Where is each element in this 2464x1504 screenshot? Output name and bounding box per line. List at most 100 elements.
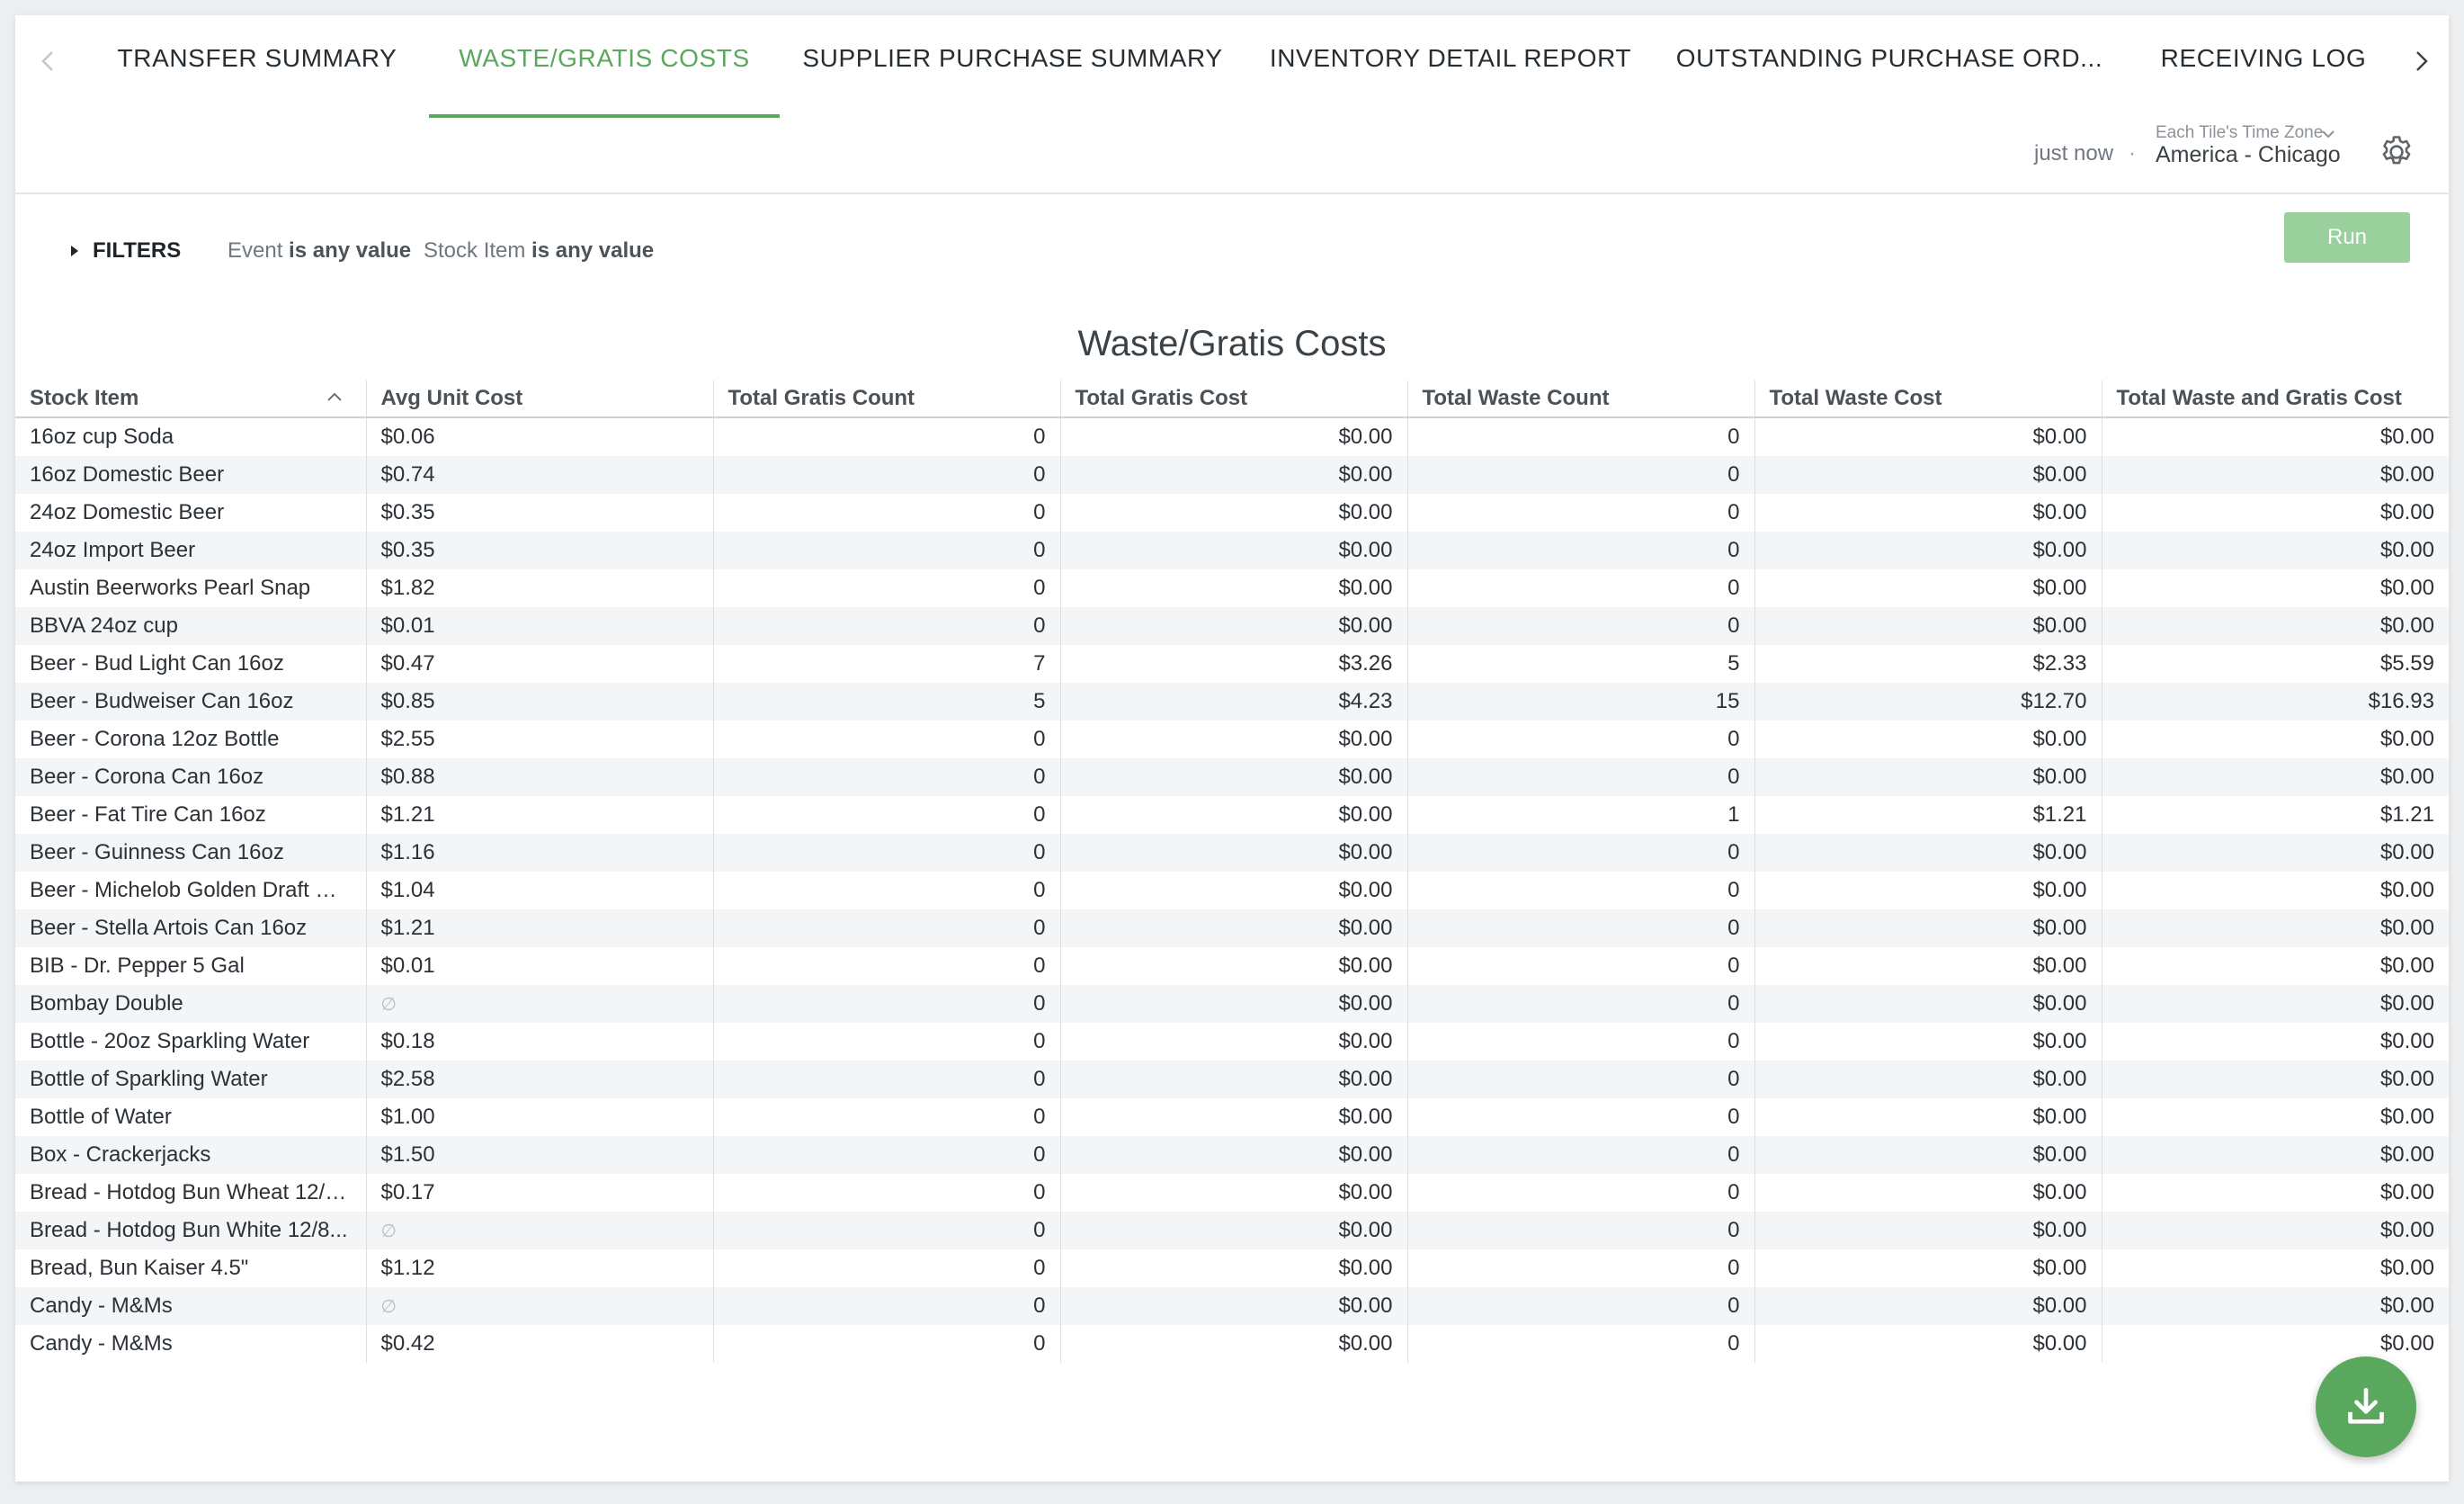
table-cell: 0 [712, 1249, 1060, 1287]
table-row[interactable]: Beer - Michelob Golden Draft Ca... $1.04 0… [15, 872, 2449, 909]
table-cell: $1.12 [365, 1249, 713, 1287]
table-cell: 0 [1406, 834, 1754, 872]
table-row[interactable]: Bombay Double ∅ 0 $0.00 0 $0.00 $0.00 [15, 985, 2449, 1023]
column-header-total-gratis-cost[interactable]: Total Gratis Cost [1059, 380, 1407, 418]
table-cell: 0 [1406, 947, 1754, 985]
cell-stock-item: Beer - Corona Can 16oz [15, 758, 366, 796]
table-cell: $1.04 [365, 872, 713, 909]
table-row[interactable]: Bottle of Sparkling Water $2.58 0 $0.00 0 $0.… [15, 1061, 2449, 1098]
table-cell: $0.00 [1754, 1098, 2102, 1136]
table-cell: $1.50 [365, 1136, 713, 1174]
cell-stock-item: Candy - M&Ms [30, 1331, 173, 1356]
timezone-value[interactable]: America - Chicago [2156, 142, 2341, 168]
table-row[interactable]: Austin Beerworks Pearl Snap $1.82 0 $0.00 0 $… [15, 569, 2449, 607]
tab-waste-gratis-costs[interactable]: WASTE/GRATIS COSTS [429, 15, 780, 118]
tab-supplier-purchase-summary[interactable]: SUPPLIER PURCHASE SUMMARY [801, 15, 1224, 102]
table-cell: $0.00 [1059, 1136, 1407, 1174]
tab-transfer-summary[interactable]: TRANSFER SUMMARY [109, 15, 406, 102]
table-row[interactable]: Beer - Stella Artois Can 16oz $1.21 0 $0.00… [15, 909, 2449, 947]
table-row[interactable]: Beer - Corona 12oz Bottle $2.55 0 $0.00 0 $0.… [15, 721, 2449, 758]
table-cell: 0 [712, 947, 1060, 985]
table-cell: $0.00 [2101, 834, 2449, 872]
table-cell: $0.00 [2101, 1136, 2449, 1174]
chevron-left-icon [41, 51, 53, 71]
table-row[interactable]: Candy - M&Ms $0.42 0 $0.00 0 $0.00 $0.00 [15, 1325, 2449, 1363]
column-header-total-waste-count[interactable]: Total Waste Count [1406, 380, 1754, 418]
table-cell: $0.00 [1754, 607, 2102, 645]
cell-stock-item: 16oz Domestic Beer [15, 456, 366, 494]
tabs-prev-button[interactable] [28, 40, 69, 82]
table-row[interactable]: Beer - Budweiser Can 16oz $0.85 5 $4.23 15 $1… [15, 683, 2449, 721]
table-cell: 0 [712, 1325, 1060, 1363]
sort-ascending-icon[interactable] [326, 391, 343, 402]
table-cell: $1.16 [365, 834, 713, 872]
table-cell: $0.00 [2101, 607, 2449, 645]
table-row[interactable]: 24oz Domestic Beer $0.35 0 $0.00 0 $0.00 $0.00 [15, 494, 2449, 532]
table-row[interactable]: Bread - Hotdog Bun White 12/8... ∅ 0 $0.00 0… [15, 1212, 2449, 1249]
table-cell: $0.00 [2101, 417, 2449, 456]
table-cell: 0 [712, 834, 1060, 872]
table-cell: $0.01 [365, 947, 713, 985]
filter-stock-item[interactable]: Stock Item is any value [424, 238, 654, 264]
tab-outstanding-purchase-orders[interactable]: OUTSTANDING PURCHASE ORD... [1676, 15, 2102, 102]
table-cell: $0.00 [1754, 758, 2102, 796]
table-cell: $0.00 [2101, 872, 2449, 909]
table-cell: $1.21 [1754, 796, 2102, 834]
table-row[interactable]: Bread, Bun Kaiser 4.5" $1.12 0 $0.00 0 $0.00 $… [15, 1249, 2449, 1287]
column-header-total-waste-and-gratis-cost[interactable]: Total Waste and Gratis Cost [2101, 380, 2449, 418]
table-cell: 0 [1406, 417, 1754, 456]
table-cell: $0.00 [2101, 569, 2449, 607]
table-cell: $2.55 [365, 721, 713, 758]
table-cell: $0.00 [1059, 456, 1407, 494]
cell-stock-item: Beer - Bud Light Can 16oz [30, 651, 284, 676]
column-header-stock-item[interactable]: Stock Item [15, 380, 366, 418]
table-cell: 0 [712, 569, 1060, 607]
table-row[interactable]: Beer - Guinness Can 16oz $1.16 0 $0.00 0 $0.0… [15, 834, 2449, 872]
dashboard-card: TRANSFER SUMMARY WASTE/GRATIS COSTS SUPP… [15, 15, 2449, 1482]
table-cell: $0.00 [2101, 1174, 2449, 1212]
timezone-label[interactable]: Each Tile's Time Zone [2156, 123, 2323, 143]
table-row[interactable]: 16oz Domestic Beer $0.74 0 $0.00 0 $0.00 $0.00 [15, 456, 2449, 494]
filters-toggle[interactable]: FILTERS [69, 237, 181, 265]
filter-event[interactable]: Event is any value [228, 238, 411, 264]
table-cell: $0.00 [1754, 417, 2102, 456]
chevron-down-icon[interactable] [2321, 129, 2335, 139]
table-cell: $0.00 [1059, 532, 1407, 569]
table-cell: $1.21 [365, 909, 713, 947]
tab-receiving-log[interactable]: RECEIVING LOG [2156, 15, 2371, 102]
table-cell: $0.00 [1754, 947, 2102, 985]
table-row[interactable]: Bread - Hotdog Bun Wheat 12/8... $0.17 0 $0… [15, 1174, 2449, 1212]
gear-icon[interactable] [2377, 132, 2416, 172]
tabs-next-button[interactable] [2400, 40, 2442, 82]
table-row[interactable]: 24oz Import Beer $0.35 0 $0.00 0 $0.00 $0.00 [15, 532, 2449, 569]
table-row[interactable]: Beer - Bud Light Can 16oz $0.47 7 $3.26 5 $2.… [15, 645, 2449, 683]
table-cell: $0.00 [1059, 947, 1407, 985]
table-row[interactable]: Beer - Fat Tire Can 16oz $1.21 0 $0.00 1 $1.2… [15, 796, 2449, 834]
filter-event-value: is any value [289, 238, 412, 263]
cell-stock-item: Beer - Fat Tire Can 16oz [30, 802, 266, 827]
table-row[interactable]: Bottle - 20oz Sparkling Water $0.18 0 $0.00… [15, 1023, 2449, 1061]
table-row[interactable]: Bottle of Water $1.00 0 $0.00 0 $0.00 $0.00 [15, 1098, 2449, 1136]
table-cell: $0.00 [2101, 1023, 2449, 1061]
table-row[interactable]: BBVA 24oz cup $0.01 0 $0.00 0 $0.00 $0.00 [15, 607, 2449, 645]
table-row[interactable]: BIB - Dr. Pepper 5 Gal $0.01 0 $0.00 0 $0.00 $… [15, 947, 2449, 985]
table-cell: $0.00 [2101, 1325, 2449, 1363]
table-row[interactable]: Box - Crackerjacks $1.50 0 $0.00 0 $0.00 $0.00 [15, 1136, 2449, 1174]
tab-inventory-detail-report[interactable]: INVENTORY DETAIL REPORT [1270, 15, 1631, 102]
table-cell: $0.00 [1754, 1249, 2102, 1287]
column-header-total-gratis-count[interactable]: Total Gratis Count [712, 380, 1060, 418]
table-cell: 0 [1406, 494, 1754, 532]
table-cell: 0 [1406, 1098, 1754, 1136]
table-cell: $0.00 [1059, 758, 1407, 796]
table-row[interactable]: 16oz cup Soda $0.06 0 $0.00 0 $0.00 $0.00 [15, 417, 2449, 456]
table-cell: 0 [1406, 1174, 1754, 1212]
table-cell: 0 [1406, 721, 1754, 758]
table-cell: 0 [1406, 1287, 1754, 1325]
cell-stock-item: BBVA 24oz cup [15, 607, 366, 645]
download-button[interactable] [2316, 1356, 2416, 1457]
run-button[interactable]: Run [2284, 212, 2410, 263]
table-row[interactable]: Candy - M&Ms ∅ 0 $0.00 0 $0.00 $0.00 [15, 1287, 2449, 1325]
table-row[interactable]: Beer - Corona Can 16oz $0.88 0 $0.00 0 $0.00 $… [15, 758, 2449, 796]
column-header-avg-unit-cost[interactable]: Avg Unit Cost [365, 380, 713, 418]
column-header-total-waste-cost[interactable]: Total Waste Cost [1754, 380, 2102, 418]
